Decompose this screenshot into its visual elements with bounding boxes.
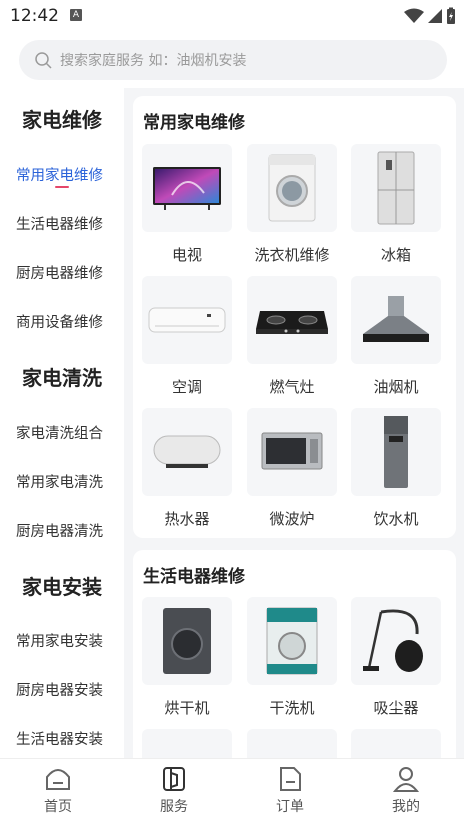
sidebar-item-kitchen-install[interactable]: 厨房电器安装 xyxy=(16,679,103,700)
range-hood-icon xyxy=(363,296,429,342)
service-tile-tv[interactable] xyxy=(142,144,232,232)
service-tile-dry-cleaner[interactable] xyxy=(247,597,337,685)
service-tile-fridge[interactable] xyxy=(351,144,441,232)
water-dispenser-icon xyxy=(384,416,408,488)
tv-icon xyxy=(153,167,221,210)
system-icons xyxy=(404,7,456,25)
sidebar-item-common-repair[interactable]: 常用家电维修 xyxy=(16,164,103,185)
home-icon xyxy=(46,769,70,790)
tab-label: 服务 xyxy=(160,799,188,815)
service-tile-washer[interactable] xyxy=(247,144,337,232)
active-indicator xyxy=(55,186,69,188)
section-common-repair: 常用家电维修 电视 洗衣机维修 冰箱 空调 燃气灶 油烟机 热水器 微波炉 饮水… xyxy=(133,96,456,538)
service-label: 干洗机 xyxy=(269,699,315,717)
sidebar-item-commercial-repair[interactable]: 商用设备维修 xyxy=(16,311,103,332)
microwave-icon xyxy=(261,432,323,470)
service-tile-ac[interactable] xyxy=(142,276,232,364)
sidebar-item-clean-combo[interactable]: 家电清洗组合 xyxy=(16,422,103,443)
section-title: 生活电器维修 xyxy=(143,567,245,587)
sidebar-category-install[interactable]: 家电安装 xyxy=(0,571,124,600)
service-tile-water-dispenser[interactable] xyxy=(351,408,441,496)
service-icon xyxy=(163,767,185,791)
service-label: 烘干机 xyxy=(164,699,210,717)
dry-cleaning-machine-icon xyxy=(266,607,318,675)
search-icon xyxy=(35,51,52,69)
sidebar-item-common-install[interactable]: 常用家电安装 xyxy=(16,630,103,651)
service-tile-partial[interactable] xyxy=(351,729,441,758)
service-label: 微波炉 xyxy=(269,510,315,528)
bottom-tab-bar: 首页 服务 订单 我的 xyxy=(0,758,464,824)
service-tile-partial[interactable] xyxy=(247,729,337,758)
search-placeholder: 搜索家庭服务 如：油烟机安装 xyxy=(60,53,247,69)
service-label: 电视 xyxy=(171,246,202,264)
search-area: 搜索家庭服务 如：油烟机安装 xyxy=(0,32,464,88)
category-sidebar: 家电维修 常用家电维修 生活电器维修 厨房电器维修 商用设备维修 家电清洗 家电… xyxy=(0,88,124,758)
notification-icon: A xyxy=(70,9,82,21)
wifi-icon xyxy=(404,8,424,23)
section-life-repair: 生活电器维修 烘干机 干洗机 吸尘器 xyxy=(133,550,456,758)
service-label: 热水器 xyxy=(164,510,210,528)
sidebar-item-common-clean[interactable]: 常用家电清洗 xyxy=(16,471,103,492)
gas-stove-icon xyxy=(256,311,328,334)
profile-icon xyxy=(392,767,420,792)
water-heater-icon xyxy=(153,435,221,468)
dryer-icon xyxy=(163,608,211,674)
sidebar-category-repair[interactable]: 家电维修 xyxy=(0,104,124,133)
signal-icon xyxy=(428,9,442,23)
service-label: 吸尘器 xyxy=(373,699,419,717)
service-label: 冰箱 xyxy=(380,246,411,264)
tab-label: 我的 xyxy=(392,799,420,815)
sidebar-item-kitchen-repair[interactable]: 厨房电器维修 xyxy=(16,262,103,283)
tab-home[interactable]: 首页 xyxy=(0,759,116,824)
service-tile-partial[interactable] xyxy=(142,729,232,758)
washing-machine-icon xyxy=(268,154,316,222)
service-label: 洗衣机维修 xyxy=(254,246,330,264)
tab-orders[interactable]: 订单 xyxy=(232,759,348,824)
service-tile-microwave[interactable] xyxy=(247,408,337,496)
sidebar-item-life-install[interactable]: 生活电器安装 xyxy=(16,728,103,749)
service-label: 饮水机 xyxy=(373,510,419,528)
service-label: 空调 xyxy=(171,378,202,396)
status-bar: 12:42 A xyxy=(0,0,464,32)
vacuum-cleaner-icon xyxy=(363,609,423,672)
section-title: 常用家电维修 xyxy=(143,113,245,133)
service-label: 燃气灶 xyxy=(269,378,315,396)
tab-service[interactable]: 服务 xyxy=(116,759,232,824)
refrigerator-icon xyxy=(377,151,415,225)
service-tile-water-heater[interactable] xyxy=(142,408,232,496)
service-tile-dryer[interactable] xyxy=(142,597,232,685)
service-label: 油烟机 xyxy=(373,378,419,396)
search-input[interactable]: 搜索家庭服务 如：油烟机安装 xyxy=(19,40,447,80)
sidebar-item-life-repair[interactable]: 生活电器维修 xyxy=(16,213,103,234)
battery-icon xyxy=(447,7,455,24)
sidebar-item-kitchen-clean[interactable]: 厨房电器清洗 xyxy=(16,520,103,541)
air-conditioner-icon xyxy=(148,307,226,333)
service-tile-range-hood[interactable] xyxy=(351,276,441,364)
sidebar-category-clean[interactable]: 家电清洗 xyxy=(0,362,124,391)
tab-mine[interactable]: 我的 xyxy=(348,759,464,824)
tab-label: 订单 xyxy=(276,799,304,815)
status-time: 12:42 xyxy=(10,6,59,26)
service-tile-gas-stove[interactable] xyxy=(247,276,337,364)
service-tile-vacuum[interactable] xyxy=(351,597,441,685)
orders-icon xyxy=(280,767,301,791)
tab-label: 首页 xyxy=(44,799,72,815)
